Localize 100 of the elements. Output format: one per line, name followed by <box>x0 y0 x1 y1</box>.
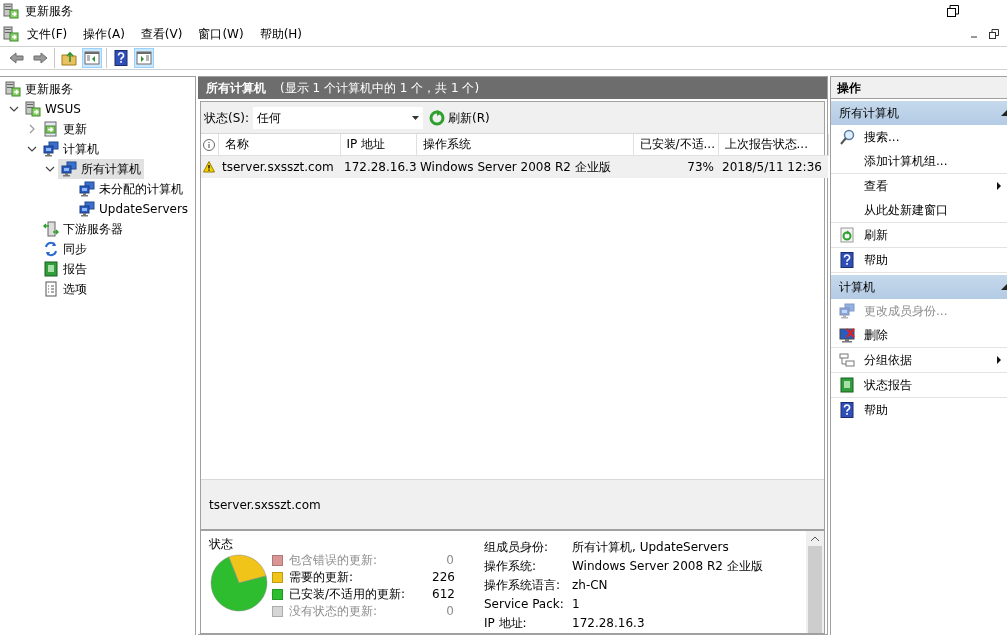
help-icon <box>839 402 855 418</box>
property-label: Service Pack: <box>484 596 565 613</box>
chevron-down-icon[interactable] <box>9 104 19 114</box>
delete-computer-icon <box>839 327 855 343</box>
pane-subtitle: (显示 1 个计算机中的 1 个，共 1 个) <box>280 80 480 97</box>
server-icon <box>3 3 19 19</box>
tree-item[interactable]: 计算机 <box>40 139 102 159</box>
action-item[interactable]: 搜索... <box>831 125 1007 149</box>
pane-title: 所有计算机 <box>206 80 266 97</box>
action-item[interactable]: 从此处新建窗口 <box>831 198 1007 222</box>
updates-icon <box>43 121 59 137</box>
info-icon <box>203 138 215 151</box>
computers-icon <box>43 141 59 157</box>
pane-icon <box>136 50 152 66</box>
pie-chart <box>209 551 269 613</box>
computers-icon <box>839 303 855 319</box>
filter-label: 状态(S): <box>204 109 250 127</box>
tree-item[interactable]: WSUS <box>22 99 84 119</box>
computers-icon <box>79 181 95 197</box>
tree-item[interactable]: 下游服务器 <box>40 219 126 239</box>
window-title: 更新服务 <box>25 3 73 20</box>
table-row[interactable]: tserver.sxsszt.com 172.28.16.3 Windows Server 2008 R2 企业版 73% 2018/5/11 12:36 <box>201 155 828 178</box>
column-header[interactable]: 操作系统 <box>416 134 633 155</box>
report-icon <box>839 377 855 393</box>
menu-item[interactable]: 操作(A) <box>75 25 133 43</box>
submenu-arrow-icon <box>997 356 1001 364</box>
tree-item[interactable]: 同步 <box>40 239 90 259</box>
refresh-icon <box>839 227 855 243</box>
pane-icon <box>84 50 100 66</box>
table-cell: 172.28.16.3 <box>344 159 416 174</box>
table-cell: 73% <box>687 159 714 174</box>
legend-label: 需要的更新: <box>289 570 355 584</box>
legend-value: 0 <box>445 553 454 567</box>
menu-item[interactable]: 帮助(H) <box>251 25 311 43</box>
restore-icon[interactable] <box>947 5 959 17</box>
table-cell: 2018/5/11 12:36 <box>722 159 822 174</box>
back-arrow-icon <box>9 50 25 66</box>
tree-item[interactable]: 报告 <box>40 259 90 279</box>
sync-icon <box>43 241 59 257</box>
property-value: 1 <box>572 596 581 613</box>
chevron-right-icon[interactable] <box>27 124 37 134</box>
help-icon <box>839 252 855 268</box>
property-label: 组成员身份: <box>484 539 550 556</box>
action-item[interactable]: 帮助 <box>831 248 1007 272</box>
server-icon <box>43 221 59 237</box>
action-item[interactable]: 添加计算机组... <box>831 149 1007 173</box>
tree-item[interactable]: 更新服务 <box>2 79 76 99</box>
column-header[interactable]: 名称 <box>218 134 340 155</box>
table-cell: tserver.sxsszt.com <box>222 159 334 174</box>
tree-item[interactable]: 未分配的计算机 <box>76 179 186 199</box>
action-item[interactable]: 分组依据 <box>831 348 1007 372</box>
menu-item[interactable]: 查看(V) <box>132 25 191 43</box>
toolbar-button[interactable] <box>111 48 131 68</box>
report-icon <box>43 261 59 277</box>
server-icon <box>3 26 19 42</box>
options-icon <box>43 281 59 297</box>
folder-up-icon <box>61 50 77 66</box>
chevron-down-icon[interactable] <box>45 164 55 174</box>
tree-item[interactable]: 所有计算机 <box>58 159 144 179</box>
legend-label: 没有状态的更新: <box>289 604 379 618</box>
section-header[interactable]: 所有计算机 <box>831 101 1007 125</box>
property-value: zh-CN <box>572 577 609 594</box>
tree-item[interactable]: 更新 <box>40 119 90 139</box>
refresh-icon <box>429 109 446 126</box>
menu-item[interactable]: 文件(F) <box>19 25 76 43</box>
property-value: 172.28.16.3 <box>572 615 646 632</box>
property-label: IP 地址: <box>484 615 528 632</box>
server-icon <box>25 101 41 117</box>
section-header[interactable]: 计算机 <box>831 275 1007 299</box>
property-label: 操作系统语言: <box>484 577 562 594</box>
chevron-down-icon[interactable] <box>27 144 37 154</box>
action-item[interactable]: 帮助 <box>831 398 1007 422</box>
action-item[interactable]: 删除 <box>831 323 1007 347</box>
tree-item[interactable]: 选项 <box>40 279 90 299</box>
forward-arrow-icon <box>32 50 48 66</box>
legend-label: 包含错误的更新: <box>289 553 379 567</box>
action-item[interactable]: 刷新 <box>831 223 1007 247</box>
computer-name: tserver.sxsszt.com <box>209 496 321 514</box>
column-header[interactable]: 已安装/不适... <box>633 134 718 155</box>
legend-label: 已安装/不适用的更新: <box>289 587 407 601</box>
property-value: 所有计算机, UpdateServers <box>572 539 730 556</box>
scrollbar[interactable] <box>806 531 824 633</box>
collapse-icon <box>1001 284 1007 290</box>
computers-icon <box>79 201 95 217</box>
action-item[interactable]: 状态报告 <box>831 373 1007 397</box>
status-dropdown[interactable]: 任何 <box>253 106 424 129</box>
tree-item[interactable]: UpdateServers <box>76 199 192 219</box>
action-item[interactable]: 查看 <box>831 174 1007 198</box>
column-header[interactable]: 上次报告状态... <box>718 134 828 155</box>
column-header[interactable]: IP 地址 <box>340 134 416 155</box>
caret-down-icon <box>412 115 420 120</box>
computers-icon <box>61 161 77 177</box>
restore-icon[interactable] <box>989 29 999 39</box>
scroll-up-icon <box>810 536 820 542</box>
legend-value: 0 <box>445 604 454 618</box>
refresh-button[interactable]: 刷新(R) <box>427 108 492 127</box>
menu-item[interactable]: 窗口(W) <box>190 25 252 43</box>
property-label: 操作系统: <box>484 558 538 575</box>
search-icon <box>839 129 855 145</box>
group-icon <box>839 352 855 368</box>
